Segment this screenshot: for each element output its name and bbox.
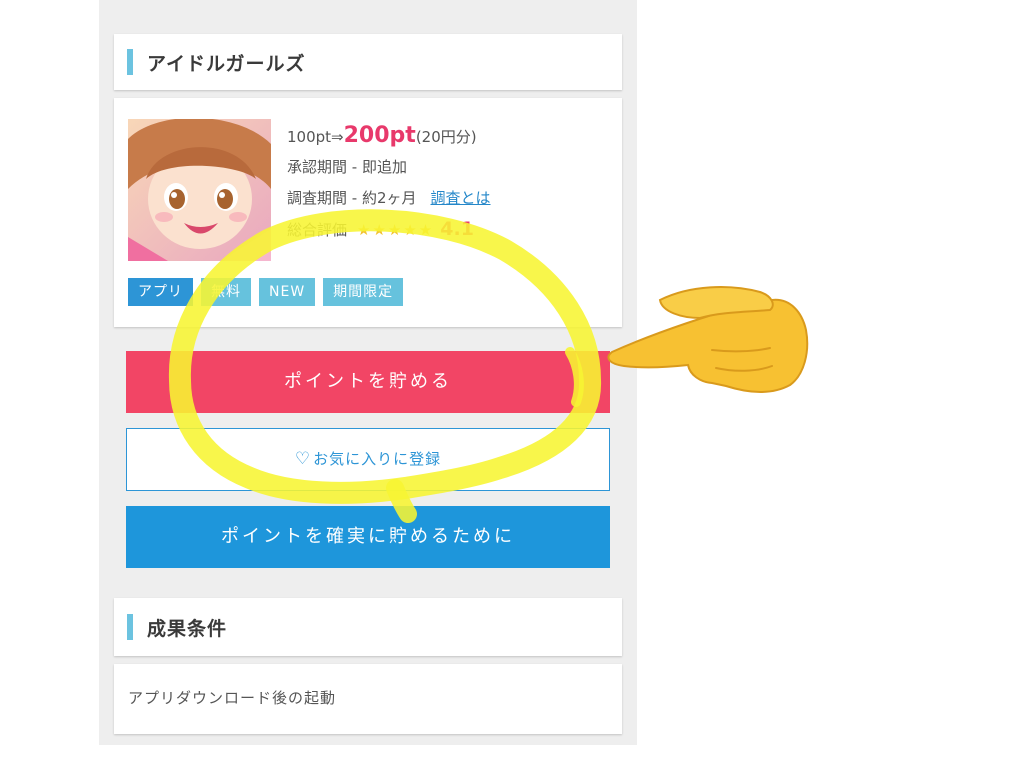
app-thumbnail[interactable]	[128, 119, 271, 261]
tag-new: NEW	[259, 278, 316, 306]
earn-points-guide-button[interactable]: ポイントを確実に貯めるために	[126, 506, 610, 568]
add-favorite-label: お気に入りに登録	[313, 450, 442, 468]
points-row: 100pt⇒200pt(20円分)	[287, 122, 607, 153]
earn-points-button[interactable]: ポイントを貯める	[126, 351, 610, 413]
rating-score: 4.1	[440, 218, 474, 240]
section-header-result: 成果条件	[114, 598, 622, 656]
offer-card: 100pt⇒200pt(20円分) 承認期間 - 即追加 調査期間 - 約2ヶ月…	[114, 98, 622, 327]
add-favorite-button[interactable]: ♡ お気に入りに登録	[126, 428, 610, 491]
yen-equivalent: (20円分)	[415, 128, 477, 146]
result-condition-card: アプリダウンロード後の起動	[114, 664, 622, 734]
survey-help-link[interactable]: 調査とは	[431, 189, 491, 207]
tag-app: アプリ	[128, 278, 193, 306]
tag-free: 無料	[201, 278, 251, 306]
survey-period: 調査期間 - 約2ヶ月	[287, 189, 417, 207]
tag-limited: 期間限定	[323, 278, 404, 306]
approval-period: 承認期間 - 即追加	[287, 158, 407, 176]
result-title: 成果条件	[147, 617, 228, 640]
section-header-offer: アイドルガールズ	[114, 34, 622, 90]
app-thumbnail-illustration	[128, 119, 271, 261]
tag-list: アプリ 無料 NEW 期間限定	[128, 278, 404, 306]
star-rating-icon: ★★★★★	[357, 221, 435, 239]
pointing-hand-icon	[607, 286, 809, 393]
result-condition-text: アプリダウンロード後の起動	[128, 689, 337, 707]
rating-row: 総合評価 ★★★★★ 4.1	[287, 215, 607, 246]
points-before: 100pt	[287, 128, 332, 146]
section-accent-bar	[127, 49, 133, 75]
offer-details: 100pt⇒200pt(20円分) 承認期間 - 即追加 調査期間 - 約2ヶ月…	[287, 122, 607, 246]
section-accent-bar	[127, 614, 133, 640]
points-after: 200pt	[343, 123, 416, 148]
points-arrow: ⇒	[331, 128, 344, 146]
screenshot: アイドルガールズ 100pt⇒200pt(20円分) 承認期間 - 即追加 調査…	[0, 0, 1024, 769]
offer-title: アイドルガールズ	[147, 52, 306, 75]
rating-label: 総合評価	[287, 221, 348, 239]
heart-plus-icon: ♡	[294, 449, 312, 469]
survey-row: 調査期間 - 約2ヶ月 調査とは	[287, 184, 607, 215]
